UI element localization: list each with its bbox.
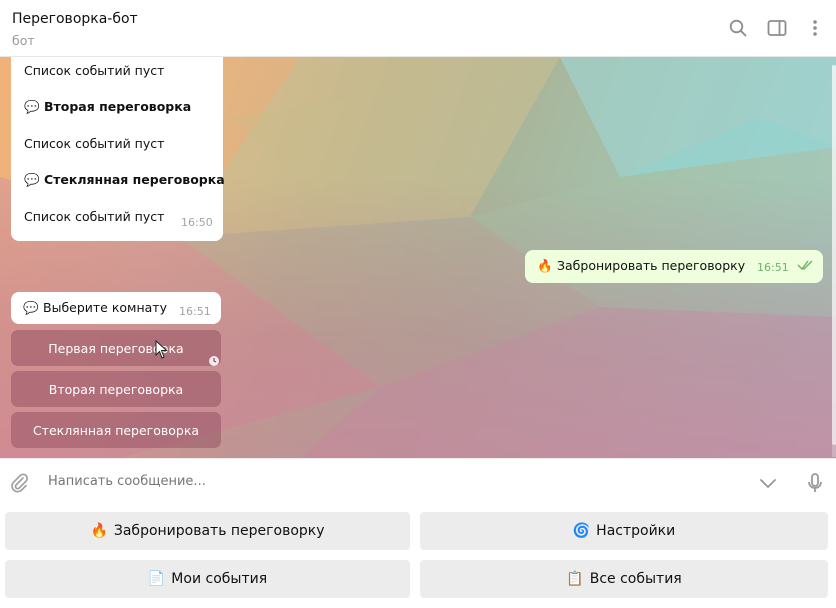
search-icon[interactable] [726, 16, 750, 40]
choose-room-text: Выберите комнату [43, 300, 167, 315]
list-item-text: Список событий пуст [24, 209, 165, 224]
outgoing-message-text: Забронировать переговорку [557, 258, 746, 273]
my-events-label: Мои события [171, 571, 268, 587]
clock-icon [208, 352, 220, 366]
chat-title[interactable]: Переговорка-бот [12, 11, 138, 27]
list-item: 💬 Стеклянная переговорка [24, 172, 225, 188]
inline-button-first-room[interactable]: Первая переговорка [11, 330, 221, 366]
message-time: 16:51 [757, 261, 789, 274]
fire-icon: 🔥 [537, 258, 553, 273]
outgoing-message[interactable]: 🔥 Забронировать переговорку 16:51 [525, 250, 823, 283]
inline-button-glass-room[interactable]: Стеклянная переговорка [11, 412, 221, 448]
chat-subtitle: бот [12, 33, 35, 48]
more-vertical-icon[interactable] [803, 16, 827, 40]
sidebar-toggle-icon[interactable] [765, 16, 789, 40]
list-item: Список событий пуст [24, 63, 164, 78]
message-composer [0, 458, 836, 508]
settings-button[interactable]: 🌀 Настройки [420, 512, 828, 550]
speech-bubble-icon: 💬 [24, 172, 40, 187]
all-events-label: Все события [589, 571, 682, 587]
chevron-down-icon[interactable] [756, 471, 780, 495]
message-time: 16:51 [179, 305, 211, 318]
chat-scrollbar[interactable] [832, 65, 836, 457]
speech-bubble-icon: 💬 [24, 99, 40, 114]
list-item-text: Список событий пуст [24, 136, 165, 151]
all-events-button[interactable]: 📋 Все события [420, 560, 828, 598]
list-item-text: Список событий пуст [24, 63, 165, 78]
inline-button-second-room[interactable]: Вторая переговорка [11, 371, 221, 407]
fire-icon: 🔥 [90, 523, 108, 539]
scrollbar-thumb[interactable] [832, 65, 836, 445]
paperclip-icon[interactable] [7, 471, 31, 495]
book-room-label: Забронировать переговорку [113, 523, 325, 539]
choose-room-message[interactable]: 💬 Выберите комнату 16:51 [11, 292, 221, 324]
book-room-button[interactable]: 🔥 Забронировать переговорку [5, 512, 410, 550]
cyclone-icon: 🌀 [572, 523, 591, 539]
reply-keyboard: 🔥 Забронировать переговорку 🌀 Настройки 📄 М… [0, 508, 836, 608]
list-item-text: Стеклянная переговорка [44, 172, 225, 187]
clipboard-icon: 📋 [566, 571, 584, 587]
message-time: 16:50 [181, 216, 213, 229]
mouse-cursor-icon [155, 339, 169, 360]
list-item: Список событий пуст [24, 136, 164, 151]
list-item: 💬 Вторая переговорка [24, 99, 191, 115]
document-icon: 📄 [147, 571, 166, 587]
my-events-button[interactable]: 📄 Мои события [5, 560, 410, 598]
events-list-message[interactable]: Список событий пуст 💬 Вторая переговорка … [11, 57, 225, 241]
list-item: Список событий пуст [24, 209, 164, 224]
chat-header: Переговорка-бот бот [0, 0, 836, 57]
double-check-icon [797, 259, 815, 274]
list-item-text: Вторая переговорка [44, 99, 192, 114]
speech-bubble-icon: 💬 [23, 300, 39, 315]
chat-history[interactable]: Список событий пуст 💬 Вторая переговорка … [0, 57, 836, 458]
settings-label: Настройки [596, 523, 676, 539]
message-input[interactable] [48, 474, 648, 489]
microphone-icon[interactable] [803, 471, 827, 495]
